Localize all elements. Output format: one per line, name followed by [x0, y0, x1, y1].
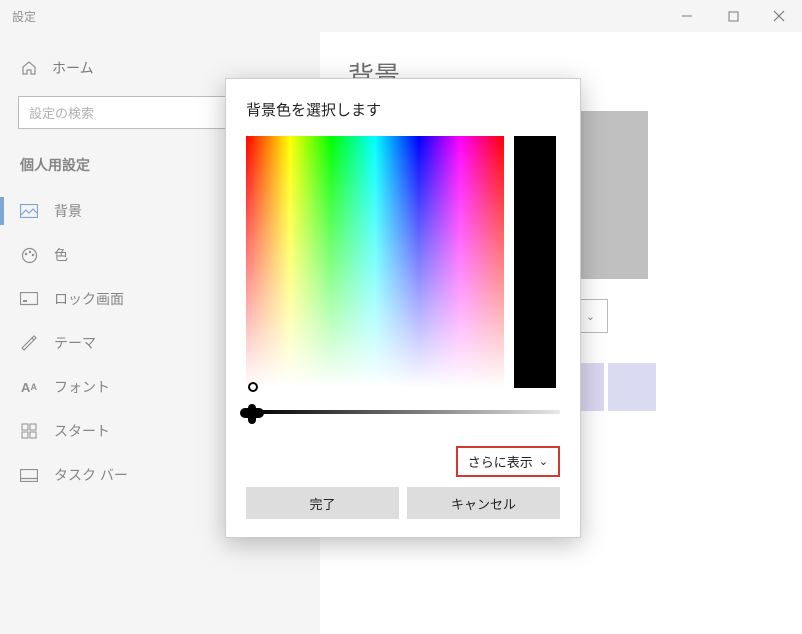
- slider-thumb[interactable]: [248, 404, 256, 424]
- show-more-button[interactable]: さらに表示 ⌄: [456, 446, 560, 477]
- color-value-strip[interactable]: [514, 136, 556, 388]
- chevron-down-icon: ⌄: [539, 455, 548, 468]
- dialog-title: 背景色を選択します: [246, 99, 560, 120]
- show-more-label: さらに表示: [468, 452, 533, 471]
- value-slider[interactable]: [246, 406, 560, 418]
- gradient-cursor[interactable]: [248, 382, 258, 392]
- color-gradient-area[interactable]: [246, 136, 504, 388]
- slider-track: [252, 410, 560, 414]
- ok-button[interactable]: 完了: [246, 487, 399, 519]
- cancel-button[interactable]: キャンセル: [407, 487, 560, 519]
- color-picker-dialog: 背景色を選択します さらに表示 ⌄ 完了 キャンセル: [225, 78, 581, 538]
